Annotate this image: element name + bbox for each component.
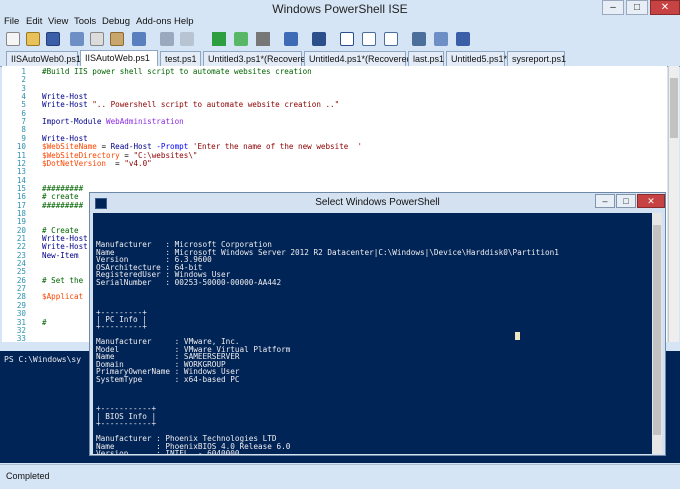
cut-icon[interactable] xyxy=(70,32,84,46)
code-token: $DotNetVersion xyxy=(42,158,107,168)
new-file-icon[interactable] xyxy=(6,32,20,46)
output-line: +-----------+ xyxy=(96,419,157,429)
show-script-pane-max-icon[interactable] xyxy=(384,32,398,46)
start-powershell-icon[interactable] xyxy=(312,32,326,46)
output-line: SystemType : x64-based PC xyxy=(96,374,240,384)
menu-view[interactable]: View xyxy=(48,16,68,27)
window-title: Windows PowerShell ISE xyxy=(272,2,408,16)
toolbar xyxy=(0,29,680,49)
tab-untitled5-ps1-[interactable]: Untitled5.ps1* xyxy=(446,51,507,66)
code-token: 'Enter the name of the new website ' xyxy=(192,142,363,152)
minimize-button[interactable]: – xyxy=(602,0,624,15)
show-script-pane-top-icon[interactable] xyxy=(340,32,354,46)
menu-help[interactable]: Help xyxy=(174,16,194,27)
output-line: SerialNumber : 00253-50000-00000-AA442 xyxy=(96,277,282,287)
new-remote-tab-icon[interactable] xyxy=(284,32,298,46)
tab-untitled3-ps1-recovered-[interactable]: Untitled3.ps1*(Recovered) xyxy=(203,51,314,66)
code-token: Import-Module xyxy=(42,117,107,127)
show-script-pane-right-icon[interactable] xyxy=(362,32,376,46)
code-token: ".. Powershell script to automate websit… xyxy=(92,100,340,110)
code-line: # xyxy=(42,318,47,327)
menu-file[interactable]: File xyxy=(4,16,19,27)
code-token: WebAdministration xyxy=(106,117,184,127)
tab-sysreport-ps1[interactable]: sysreport.ps1 xyxy=(507,51,566,66)
menu-bar: File Edit View Tools Debug Add-ons Help xyxy=(0,16,680,30)
code-token: #Build IIS power shell script to automat… xyxy=(42,67,312,76)
code-token: # Set the xyxy=(42,275,84,285)
code-token: ######### xyxy=(42,200,84,210)
open-folder-icon[interactable] xyxy=(26,32,40,46)
code-line: New-Item xyxy=(42,251,79,260)
run-script-icon[interactable] xyxy=(212,32,226,46)
code-line: $Applicat xyxy=(42,292,83,301)
line-number: 33 xyxy=(16,334,26,342)
menu-debug[interactable]: Debug xyxy=(102,16,130,27)
popup-scrollbar[interactable] xyxy=(652,213,662,454)
output-line: +---------+ xyxy=(96,322,147,332)
run-selection-icon[interactable] xyxy=(234,32,248,46)
menu-addons[interactable]: Add-ons xyxy=(136,16,171,27)
command-window-icon[interactable] xyxy=(412,32,426,46)
tab-iisautoweb0-ps1[interactable]: IISAutoWeb0.ps1 xyxy=(6,51,81,66)
popup-console-output[interactable]: Manufacturer : Microsoft Corporation Name… xyxy=(93,213,652,454)
show-commands-icon[interactable] xyxy=(434,32,448,46)
code-line: Import-Module WebAdministration xyxy=(42,117,184,126)
popup-scroll-thumb[interactable] xyxy=(653,225,661,435)
code-token: $Applicat xyxy=(42,292,84,302)
add-on-icon[interactable] xyxy=(456,32,470,46)
code-line: #Build IIS power shell script to automat… xyxy=(42,67,312,76)
code-line: # Set the xyxy=(42,276,83,285)
status-bar: Completed xyxy=(0,464,680,489)
code-token: # xyxy=(42,317,47,327)
tab-untitled4-ps1-recovered-[interactable]: Untitled4.ps1*(Recovered) xyxy=(304,51,415,66)
ise-window: Windows PowerShell ISE – □ ✕ File Edit Vie… xyxy=(0,0,680,489)
maximize-button[interactable]: □ xyxy=(626,0,648,15)
popup-maximize-button[interactable]: □ xyxy=(616,194,636,208)
line-number-gutter: 1 2 3 4 5 6 7 8 9 10 11 12 13 14 15 16 17 18 19 20 21 22 23 24 2… xyxy=(2,66,30,342)
code-line: $DotNetVersion = "v4.0" xyxy=(42,159,152,168)
text-cursor xyxy=(515,332,520,340)
menu-tools[interactable]: Tools xyxy=(74,16,96,27)
output-line: Version : INTEL - 6040000 xyxy=(96,449,240,454)
tab-test-ps1[interactable]: test.ps1 xyxy=(160,51,201,66)
code-line: Write-Host ".. Powershell script to auto… xyxy=(42,100,339,109)
tab-last-ps1[interactable]: last.ps1 xyxy=(408,51,444,66)
save-icon[interactable] xyxy=(46,32,60,46)
code-token: New-Item xyxy=(42,250,79,260)
popup-minimize-button[interactable]: – xyxy=(595,194,615,208)
code-token: "v4.0" xyxy=(124,158,152,168)
tab-iisautoweb-ps1[interactable]: IISAutoWeb.ps1 xyxy=(80,50,158,67)
close-button[interactable]: ✕ xyxy=(650,0,680,15)
popup-close-button[interactable]: ✕ xyxy=(637,194,665,208)
clear-console-icon[interactable] xyxy=(132,32,146,46)
code-token: Write-Host xyxy=(42,100,93,110)
select-powershell-window[interactable]: Select Windows PowerShell – □ ✕ Manufact… xyxy=(89,192,666,456)
undo-icon[interactable] xyxy=(160,32,174,46)
code-token: = xyxy=(106,158,125,168)
menu-edit[interactable]: Edit xyxy=(26,16,42,27)
editor-scroll-thumb[interactable] xyxy=(670,78,678,138)
script-tabs: IISAutoWeb0.ps1 IISAutoWeb.ps1 test.ps1 Unt… xyxy=(0,50,680,67)
copy-icon[interactable] xyxy=(90,32,104,46)
console-prompt: PS C:\Windows\sy xyxy=(4,355,82,364)
paste-icon[interactable] xyxy=(110,32,124,46)
redo-icon[interactable] xyxy=(180,32,194,46)
stop-icon[interactable] xyxy=(256,32,270,46)
editor-scrollbar[interactable] xyxy=(668,66,679,342)
popup-title: Select Windows PowerShell xyxy=(315,197,440,208)
status-text: Completed xyxy=(6,471,50,481)
code-line: ######### xyxy=(42,201,83,210)
